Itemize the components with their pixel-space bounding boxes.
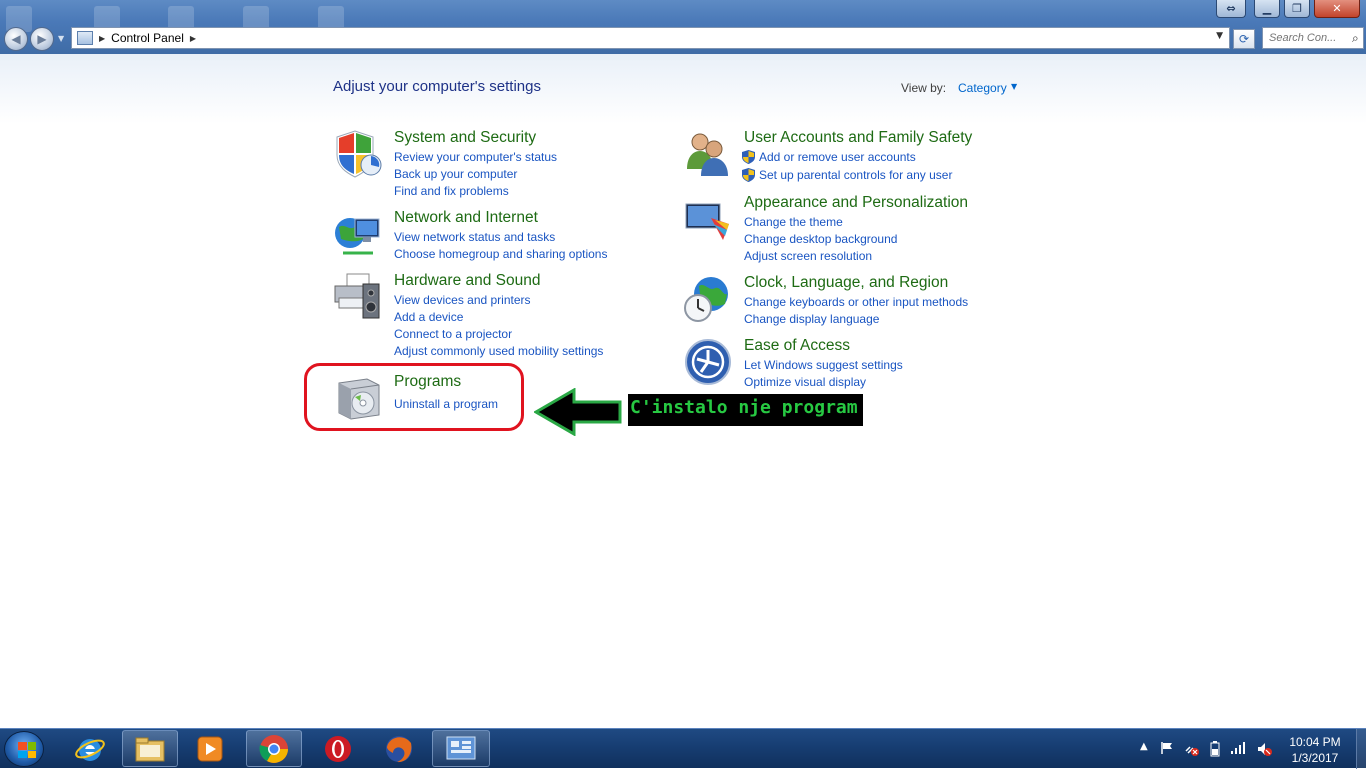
windows-logo-icon [18,742,36,758]
clock-time: 10:04 PM [1289,735,1341,749]
users-icon[interactable] [683,129,733,179]
clock-globe-icon[interactable] [683,274,733,324]
category-title-system-security[interactable]: System and Security [394,129,536,147]
link-parental-controls[interactable]: Set up parental controls for any user [759,168,952,182]
breadcrumb-arrow-icon[interactable]: ▶ [190,34,196,43]
taskbar: ▲ 10:04 PM 1/3/2017 [0,728,1366,769]
search-input[interactable] [1269,32,1351,44]
internet-explorer-icon [75,738,105,761]
breadcrumb-arrow-icon[interactable]: ▶ [99,34,105,43]
chrome-icon [259,734,288,763]
network-globe-icon[interactable] [333,209,383,259]
clock-date: 1/3/2017 [1291,751,1339,765]
link-review-status[interactable]: Review your computer's status [394,150,557,164]
taskbar-opera[interactable] [310,730,366,767]
opera-icon [325,735,351,762]
battery-icon[interactable] [1210,741,1220,757]
search-box[interactable]: ⌕ [1262,27,1364,49]
category-title-appearance[interactable]: Appearance and Personalization [744,194,968,212]
printer-speaker-icon[interactable] [333,272,383,322]
taskbar-internet-explorer[interactable] [62,730,118,767]
action-center-flag-icon[interactable] [1160,741,1174,755]
link-suggest-settings[interactable]: Let Windows suggest settings [744,358,903,372]
firefox-icon [386,735,412,762]
search-icon[interactable]: ⌕ [1352,31,1359,46]
view-by-label: View by: [901,81,947,95]
back-button[interactable]: ◀ [4,27,28,51]
link-add-device[interactable]: Add a device [394,310,463,324]
network-error-icon[interactable] [1184,741,1200,757]
volume-muted-icon[interactable] [1256,741,1272,757]
control-panel-icon [446,736,476,759]
annotation-arrow-icon [534,388,622,436]
link-change-keyboards[interactable]: Change keyboards or other input methods [744,295,968,309]
link-connect-projector[interactable]: Connect to a projector [394,327,512,341]
close-button[interactable]: ✕ [1314,0,1360,18]
content-header-gradient [0,54,1366,124]
breadcrumb-control-panel[interactable]: Control Panel [111,31,184,45]
link-display-language[interactable]: Change display language [744,312,879,326]
category-title-user-accounts[interactable]: User Accounts and Family Safety [744,129,972,147]
window-controls: ▁ ❐ ✕ [1254,0,1360,18]
category-title-ease-of-access[interactable]: Ease of Access [744,337,850,355]
category-title-hardware-sound[interactable]: Hardware and Sound [394,272,541,290]
ease-of-access-icon[interactable] [683,337,733,387]
link-screen-resolution[interactable]: Adjust screen resolution [744,249,872,263]
uac-shield-icon [742,150,755,164]
media-player-icon [197,736,223,761]
link-add-remove-accounts[interactable]: Add or remove user accounts [759,150,916,164]
resize-button[interactable]: ⇔ [1216,0,1246,18]
taskbar-chrome[interactable] [246,730,302,767]
minimize-button[interactable]: ▁ [1254,0,1280,18]
start-button[interactable] [4,731,44,767]
address-bar[interactable]: ▶ Control Panel ▶ ▼ [71,27,1230,49]
category-title-clock-language[interactable]: Clock, Language, and Region [744,274,948,292]
chevron-down-icon[interactable]: ▼ [1011,82,1017,91]
system-clock[interactable]: 10:04 PM 1/3/2017 [1276,734,1354,766]
signal-strength-icon[interactable] [1230,741,1246,755]
display-paint-icon[interactable] [683,194,733,244]
link-network-status[interactable]: View network status and tasks [394,230,555,244]
forward-button[interactable]: ▶ [30,27,54,51]
address-dropdown-icon[interactable]: ▼ [1216,31,1223,41]
view-by-dropdown[interactable]: Category [958,81,1007,95]
show-hidden-icons[interactable]: ▲ [1140,741,1148,752]
link-optimize-display[interactable]: Optimize visual display [744,375,866,389]
taskbar-media-player[interactable] [182,730,238,767]
maximize-button[interactable]: ❐ [1284,0,1310,18]
navigation-bar: ◀ ▶ ▼ ▶ Control Panel ▶ ▼ ⟳ ⌕ [0,26,1366,52]
link-back-up[interactable]: Back up your computer [394,167,517,181]
link-find-fix-problems[interactable]: Find and fix problems [394,184,509,198]
shield-icon[interactable] [333,129,383,179]
taskbar-firefox[interactable] [371,730,427,767]
link-homegroup-sharing[interactable]: Choose homegroup and sharing options [394,247,607,261]
refresh-button[interactable]: ⟳ [1233,29,1255,49]
page-title: Adjust your computer's settings [333,78,541,95]
link-change-theme[interactable]: Change the theme [744,215,843,229]
file-explorer-icon [135,737,165,761]
show-desktop-button[interactable] [1356,729,1366,769]
title-bar: ⇔ ▁ ❐ ✕ ◀ ▶ ▼ ▶ Control Panel ▶ ▼ ⟳ ⌕ [0,0,1366,54]
category-title-network-internet[interactable]: Network and Internet [394,209,538,227]
link-mobility-settings[interactable]: Adjust commonly used mobility settings [394,344,603,358]
uac-shield-icon [742,168,755,182]
control-panel-icon [77,31,93,45]
link-desktop-background[interactable]: Change desktop background [744,232,897,246]
taskbar-file-explorer[interactable] [122,730,178,767]
taskbar-control-panel[interactable] [432,730,490,767]
control-panel-window: ⇔ ▁ ❐ ✕ ◀ ▶ ▼ ▶ Control Panel ▶ ▼ ⟳ ⌕ Ad [0,0,1366,728]
annotation-label: C'instalo nje program [628,394,863,426]
link-devices-printers[interactable]: View devices and printers [394,293,531,307]
annotation-highlight-box [304,363,524,431]
recent-pages-dropdown[interactable]: ▼ [58,34,64,43]
